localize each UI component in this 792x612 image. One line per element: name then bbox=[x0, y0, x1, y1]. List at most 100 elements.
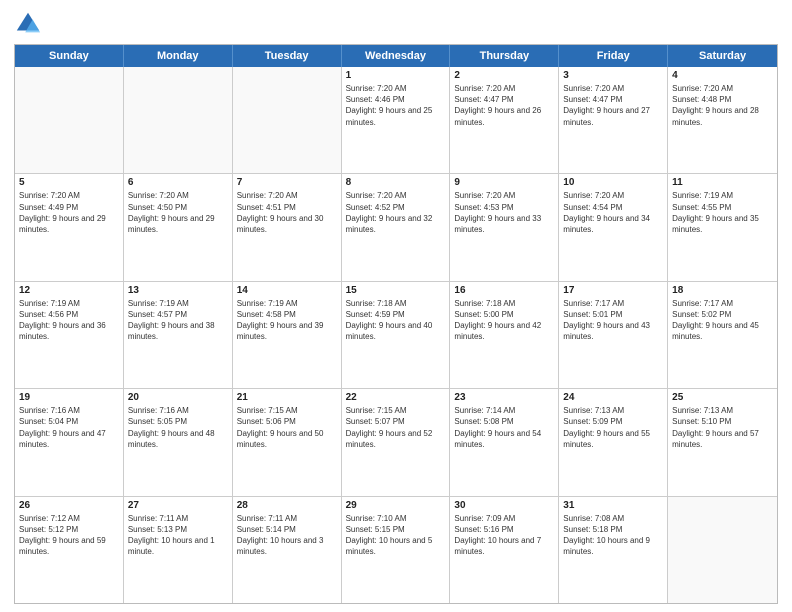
cell-sun-info: Sunrise: 7:15 AM Sunset: 5:06 PM Dayligh… bbox=[237, 405, 337, 450]
cell-sun-info: Sunrise: 7:16 AM Sunset: 5:04 PM Dayligh… bbox=[19, 405, 119, 450]
cell-day-number: 13 bbox=[128, 285, 228, 296]
cell-day-number: 12 bbox=[19, 285, 119, 296]
cell-day-number: 20 bbox=[128, 392, 228, 403]
calendar-cell: 28 Sunrise: 7:11 AM Sunset: 5:14 PM Dayli… bbox=[233, 497, 342, 603]
cell-day-number: 17 bbox=[563, 285, 663, 296]
cell-sun-info: Sunrise: 7:19 AM Sunset: 4:55 PM Dayligh… bbox=[672, 190, 773, 235]
calendar-cell: 11 Sunrise: 7:19 AM Sunset: 4:55 PM Dayli… bbox=[668, 174, 777, 280]
cell-day-number: 31 bbox=[563, 500, 663, 511]
page: SundayMondayTuesdayWednesdayThursdayFrid… bbox=[0, 0, 792, 612]
weekday-header: Tuesday bbox=[233, 45, 342, 67]
calendar-cell: 21 Sunrise: 7:15 AM Sunset: 5:06 PM Dayli… bbox=[233, 389, 342, 495]
cell-sun-info: Sunrise: 7:15 AM Sunset: 5:07 PM Dayligh… bbox=[346, 405, 446, 450]
cell-sun-info: Sunrise: 7:09 AM Sunset: 5:16 PM Dayligh… bbox=[454, 513, 554, 558]
cell-sun-info: Sunrise: 7:08 AM Sunset: 5:18 PM Dayligh… bbox=[563, 513, 663, 558]
calendar-cell: 24 Sunrise: 7:13 AM Sunset: 5:09 PM Dayli… bbox=[559, 389, 668, 495]
cell-sun-info: Sunrise: 7:19 AM Sunset: 4:56 PM Dayligh… bbox=[19, 298, 119, 343]
calendar-cell: 6 Sunrise: 7:20 AM Sunset: 4:50 PM Daylig… bbox=[124, 174, 233, 280]
header bbox=[14, 10, 778, 38]
calendar-cell: 30 Sunrise: 7:09 AM Sunset: 5:16 PM Dayli… bbox=[450, 497, 559, 603]
cell-day-number: 10 bbox=[563, 177, 663, 188]
cell-sun-info: Sunrise: 7:18 AM Sunset: 4:59 PM Dayligh… bbox=[346, 298, 446, 343]
cell-day-number: 14 bbox=[237, 285, 337, 296]
cell-day-number: 29 bbox=[346, 500, 446, 511]
calendar-cell: 8 Sunrise: 7:20 AM Sunset: 4:52 PM Daylig… bbox=[342, 174, 451, 280]
cell-sun-info: Sunrise: 7:20 AM Sunset: 4:52 PM Dayligh… bbox=[346, 190, 446, 235]
cell-sun-info: Sunrise: 7:18 AM Sunset: 5:00 PM Dayligh… bbox=[454, 298, 554, 343]
calendar-cell: 2Sunrise: 7:20 AM Sunset: 4:47 PM Daylig… bbox=[450, 67, 559, 173]
cell-day-number: 8 bbox=[346, 177, 446, 188]
cell-day-number: 26 bbox=[19, 500, 119, 511]
calendar-cell bbox=[124, 67, 233, 173]
calendar-cell: 12 Sunrise: 7:19 AM Sunset: 4:56 PM Dayli… bbox=[15, 282, 124, 388]
calendar-cell: 16 Sunrise: 7:18 AM Sunset: 5:00 PM Dayli… bbox=[450, 282, 559, 388]
calendar-cell bbox=[15, 67, 124, 173]
cell-sun-info: Sunrise: 7:10 AM Sunset: 5:15 PM Dayligh… bbox=[346, 513, 446, 558]
calendar-cell: 31 Sunrise: 7:08 AM Sunset: 5:18 PM Dayli… bbox=[559, 497, 668, 603]
cell-day-number: 11 bbox=[672, 177, 773, 188]
weekday-header: Saturday bbox=[668, 45, 777, 67]
calendar-cell: 22 Sunrise: 7:15 AM Sunset: 5:07 PM Dayli… bbox=[342, 389, 451, 495]
weekday-header: Friday bbox=[559, 45, 668, 67]
cell-sun-info: Sunrise: 7:20 AM Sunset: 4:46 PM Dayligh… bbox=[346, 83, 446, 128]
cell-day-number: 23 bbox=[454, 392, 554, 403]
cell-sun-info: Sunrise: 7:13 AM Sunset: 5:09 PM Dayligh… bbox=[563, 405, 663, 450]
cell-day-number: 28 bbox=[237, 500, 337, 511]
calendar-cell: 19 Sunrise: 7:16 AM Sunset: 5:04 PM Dayli… bbox=[15, 389, 124, 495]
cell-day-number: 16 bbox=[454, 285, 554, 296]
cell-sun-info: Sunrise: 7:12 AM Sunset: 5:12 PM Dayligh… bbox=[19, 513, 119, 558]
calendar-cell: 10Sunrise: 7:20 AM Sunset: 4:54 PM Dayli… bbox=[559, 174, 668, 280]
cell-sun-info: Sunrise: 7:13 AM Sunset: 5:10 PM Dayligh… bbox=[672, 405, 773, 450]
cell-day-number: 24 bbox=[563, 392, 663, 403]
cell-sun-info: Sunrise: 7:20 AM Sunset: 4:50 PM Dayligh… bbox=[128, 190, 228, 235]
logo-icon bbox=[14, 10, 42, 38]
cell-sun-info: Sunrise: 7:19 AM Sunset: 4:58 PM Dayligh… bbox=[237, 298, 337, 343]
cell-sun-info: Sunrise: 7:19 AM Sunset: 4:57 PM Dayligh… bbox=[128, 298, 228, 343]
calendar-cell: 17Sunrise: 7:17 AM Sunset: 5:01 PM Dayli… bbox=[559, 282, 668, 388]
calendar-cell: 5 Sunrise: 7:20 AM Sunset: 4:49 PM Daylig… bbox=[15, 174, 124, 280]
calendar-cell: 20 Sunrise: 7:16 AM Sunset: 5:05 PM Dayli… bbox=[124, 389, 233, 495]
calendar-week-row: 1 Sunrise: 7:20 AM Sunset: 4:46 PM Daylig… bbox=[15, 67, 777, 173]
cell-sun-info: Sunrise: 7:17 AM Sunset: 5:02 PM Dayligh… bbox=[672, 298, 773, 343]
cell-day-number: 25 bbox=[672, 392, 773, 403]
cell-day-number: 6 bbox=[128, 177, 228, 188]
calendar-cell: 26 Sunrise: 7:12 AM Sunset: 5:12 PM Dayli… bbox=[15, 497, 124, 603]
cell-sun-info: Sunrise: 7:20 AM Sunset: 4:49 PM Dayligh… bbox=[19, 190, 119, 235]
weekday-header: Thursday bbox=[450, 45, 559, 67]
cell-day-number: 22 bbox=[346, 392, 446, 403]
cell-sun-info: Sunrise: 7:20 AM Sunset: 4:53 PM Dayligh… bbox=[454, 190, 554, 235]
cell-day-number: 15 bbox=[346, 285, 446, 296]
calendar-cell: 4Sunrise: 7:20 AM Sunset: 4:48 PM Daylig… bbox=[668, 67, 777, 173]
cell-sun-info: Sunrise: 7:20 AM Sunset: 4:47 PM Dayligh… bbox=[563, 83, 663, 128]
calendar-header: SundayMondayTuesdayWednesdayThursdayFrid… bbox=[15, 45, 777, 67]
cell-sun-info: Sunrise: 7:16 AM Sunset: 5:05 PM Dayligh… bbox=[128, 405, 228, 450]
cell-day-number: 19 bbox=[19, 392, 119, 403]
cell-sun-info: Sunrise: 7:14 AM Sunset: 5:08 PM Dayligh… bbox=[454, 405, 554, 450]
cell-day-number: 1 bbox=[346, 70, 446, 81]
cell-sun-info: Sunrise: 7:20 AM Sunset: 4:47 PM Dayligh… bbox=[454, 83, 554, 128]
cell-day-number: 27 bbox=[128, 500, 228, 511]
cell-day-number: 21 bbox=[237, 392, 337, 403]
calendar-cell: 9 Sunrise: 7:20 AM Sunset: 4:53 PM Daylig… bbox=[450, 174, 559, 280]
calendar-cell: 14 Sunrise: 7:19 AM Sunset: 4:58 PM Dayli… bbox=[233, 282, 342, 388]
cell-sun-info: Sunrise: 7:11 AM Sunset: 5:14 PM Dayligh… bbox=[237, 513, 337, 558]
calendar-cell: 3 Sunrise: 7:20 AM Sunset: 4:47 PM Daylig… bbox=[559, 67, 668, 173]
cell-day-number: 5 bbox=[19, 177, 119, 188]
calendar-cell: 15 Sunrise: 7:18 AM Sunset: 4:59 PM Dayli… bbox=[342, 282, 451, 388]
calendar-cell: 13 Sunrise: 7:19 AM Sunset: 4:57 PM Dayli… bbox=[124, 282, 233, 388]
calendar-week-row: 19 Sunrise: 7:16 AM Sunset: 5:04 PM Dayli… bbox=[15, 388, 777, 495]
calendar-cell: 27Sunrise: 7:11 AM Sunset: 5:13 PM Dayli… bbox=[124, 497, 233, 603]
cell-sun-info: Sunrise: 7:20 AM Sunset: 4:48 PM Dayligh… bbox=[672, 83, 773, 128]
cell-day-number: 9 bbox=[454, 177, 554, 188]
cell-day-number: 30 bbox=[454, 500, 554, 511]
calendar-cell: 1 Sunrise: 7:20 AM Sunset: 4:46 PM Daylig… bbox=[342, 67, 451, 173]
calendar-body: 1 Sunrise: 7:20 AM Sunset: 4:46 PM Daylig… bbox=[15, 67, 777, 603]
cell-day-number: 3 bbox=[563, 70, 663, 81]
calendar-cell bbox=[668, 497, 777, 603]
logo bbox=[14, 10, 45, 38]
calendar-week-row: 12 Sunrise: 7:19 AM Sunset: 4:56 PM Dayli… bbox=[15, 281, 777, 388]
calendar-cell: 29 Sunrise: 7:10 AM Sunset: 5:15 PM Dayli… bbox=[342, 497, 451, 603]
weekday-header: Monday bbox=[124, 45, 233, 67]
cell-sun-info: Sunrise: 7:20 AM Sunset: 4:51 PM Dayligh… bbox=[237, 190, 337, 235]
calendar-week-row: 26 Sunrise: 7:12 AM Sunset: 5:12 PM Dayli… bbox=[15, 496, 777, 603]
